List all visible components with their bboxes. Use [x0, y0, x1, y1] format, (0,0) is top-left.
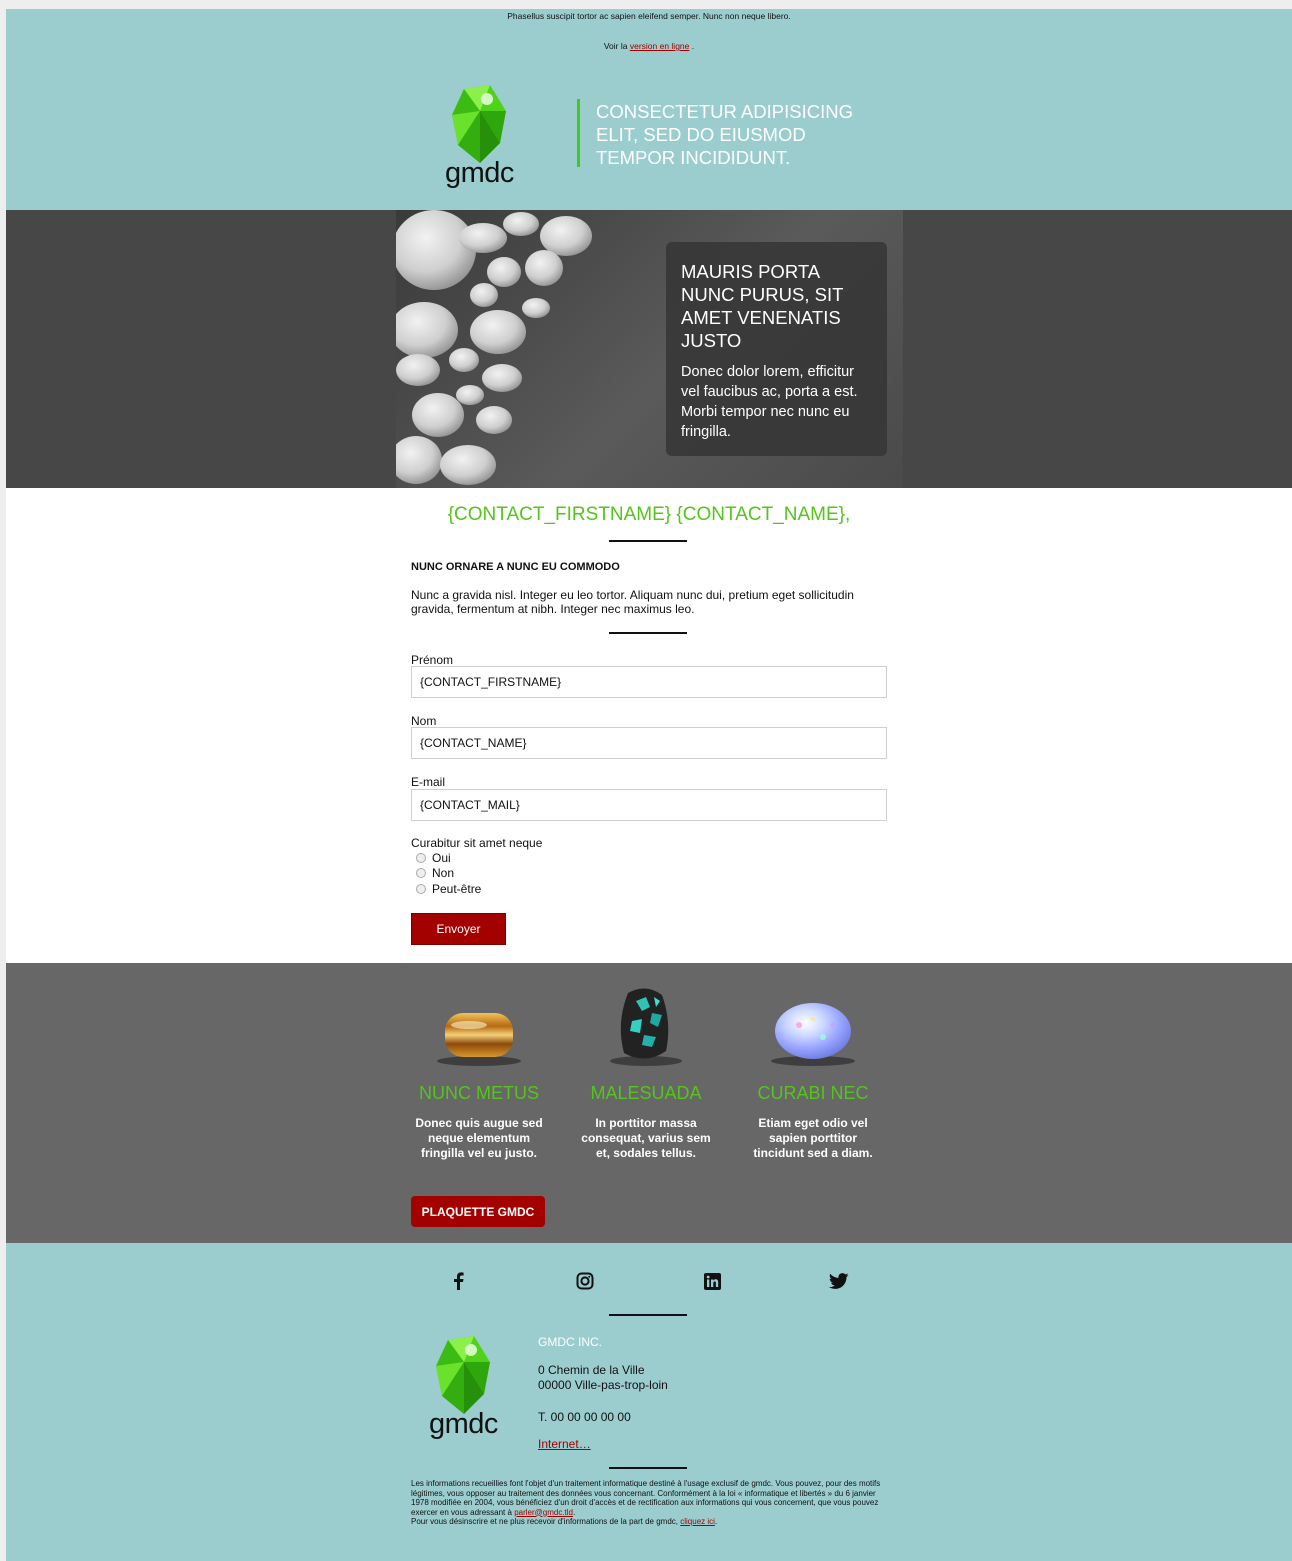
linkedin-icon[interactable]	[702, 1271, 722, 1291]
greeting-heading: {CONTACT_FIRSTNAME} {CONTACT_NAME},	[447, 504, 851, 525]
product-image	[743, 973, 883, 1068]
email-footer: gmdc GMDC INC. 0 Chemin de la Ville 0000…	[6, 1243, 1292, 1561]
address-line: 00000 Ville-pas-trop-loin	[538, 1378, 668, 1392]
product-text: In porttitor massa consequat, varius sem…	[581, 1116, 711, 1160]
address-line: 0 Chemin de la Ville	[538, 1363, 645, 1377]
logo-wordmark: gmdc	[429, 1408, 498, 1440]
product-card: MALESUADA In porttitor massa consequat, …	[576, 973, 716, 1161]
unsubscribe-suffix: .	[714, 1517, 718, 1526]
contact-email-link[interactable]: parler@gmdc.tld	[514, 1508, 573, 1517]
gem-logo-icon	[436, 1336, 490, 1414]
radio-option-non[interactable]: Non	[416, 866, 454, 880]
gem-logo-icon	[452, 85, 506, 163]
brochure-button[interactable]: PLAQUETTE GMDC	[411, 1196, 545, 1227]
unsubscribe-text: Pour vous désinscrire et ne plus recevoi…	[411, 1517, 678, 1526]
radio-option-oui[interactable]: Oui	[416, 851, 451, 865]
product-card: CURABI NEC Etiam eget odio vel sapien po…	[743, 973, 883, 1161]
company-name: GMDC INC.	[538, 1335, 602, 1349]
company-phone: T. 00 00 00 00 00	[538, 1410, 631, 1424]
product-title: MALESUADA	[590, 1083, 702, 1103]
footer-gmdc-logo: gmdc	[426, 1336, 502, 1442]
products-section: NUNC METUS Donec quis augue sed neque el…	[6, 963, 1292, 1243]
twitter-icon[interactable]	[829, 1271, 849, 1291]
product-text: Etiam eget odio vel sapien porttitor tin…	[753, 1116, 873, 1160]
email-frame: Phasellus suscipit tortor ac sapien elei…	[6, 9, 1292, 1561]
section-intro: Nunc a gravida nisl. Integer eu leo tort…	[411, 588, 854, 616]
form-section: {CONTACT_FIRSTNAME} {CONTACT_NAME}, NUNC…	[6, 488, 1292, 963]
product-title: CURABI NEC	[757, 1083, 869, 1103]
tigers-eye-stone-icon	[437, 1013, 521, 1066]
radio-button[interactable]	[416, 884, 426, 894]
radio-label: Peut-être	[432, 882, 482, 896]
section-title: NUNC ORNARE A NUNC EU COMMODO	[411, 561, 620, 573]
logo-wordmark: gmdc	[445, 157, 514, 189]
legal-email-suffix: .	[573, 1507, 576, 1517]
unsubscribe-link[interactable]: cliquez ici	[680, 1517, 715, 1526]
product-image	[409, 973, 549, 1068]
radio-label: Oui	[432, 851, 451, 865]
preheader-text: Phasellus suscipit tortor ac sapien elei…	[507, 11, 791, 21]
firstname-label: Prénom	[411, 653, 454, 667]
divider	[609, 1314, 687, 1316]
firstname-field[interactable]	[411, 666, 887, 698]
divider	[609, 540, 687, 542]
view-online-suffix: .	[691, 41, 695, 51]
facebook-icon[interactable]	[448, 1271, 468, 1291]
legal-text: Les informations recueillies font l'obje…	[411, 1479, 881, 1517]
divider	[609, 1467, 687, 1469]
product-text: Donec quis augue sed neque elementum fri…	[415, 1116, 543, 1160]
divider	[609, 632, 687, 634]
hero-textbox: MAURIS PORTA NUNC PURUS, SIT AMET VENENA…	[666, 242, 887, 456]
turquoise-stone-icon	[610, 988, 682, 1066]
gmdc-logo: gmdc	[442, 85, 518, 191]
product-card: NUNC METUS Donec quis augue sed neque el…	[409, 973, 549, 1161]
view-online-line: Voir la version en ligne .	[6, 41, 1292, 51]
name-field[interactable]	[411, 727, 887, 759]
radio-option-peut-etre[interactable]: Peut-être	[416, 882, 481, 896]
legal-notice: Les informations recueillies font l'obje…	[411, 1479, 891, 1527]
website-link[interactable]: Internet…	[538, 1437, 591, 1451]
view-online-link[interactable]: version en ligne	[630, 41, 690, 51]
product-title: NUNC METUS	[419, 1083, 539, 1103]
email-header: Phasellus suscipit tortor ac sapien elei…	[6, 9, 1292, 210]
email-label: E-mail	[411, 775, 446, 789]
name-label: Nom	[411, 714, 437, 728]
radio-button[interactable]	[416, 853, 426, 863]
instagram-icon[interactable]	[575, 1271, 595, 1291]
header-divider	[577, 99, 580, 167]
product-image	[576, 973, 716, 1068]
hero-banner: MAURIS PORTA NUNC PURUS, SIT AMET VENENA…	[6, 210, 1292, 488]
hero-text: Donec dolor lorem, efficitur vel faucibu…	[681, 364, 858, 440]
header-tagline: CONSECTETUR ADIPISICING ELIT, SED DO EIU…	[596, 101, 853, 168]
opal-stone-icon	[771, 1003, 855, 1066]
submit-button[interactable]: Envoyer	[411, 913, 506, 945]
view-online-prefix: Voir la	[603, 41, 628, 51]
email-field[interactable]	[411, 789, 887, 821]
company-address: 0 Chemin de la Ville 00000 Ville-pas-tro…	[538, 1363, 668, 1393]
radio-question: Curabitur sit amet neque	[411, 836, 543, 850]
radio-label: Non	[432, 866, 455, 880]
hero-title: MAURIS PORTA NUNC PURUS, SIT AMET VENENA…	[681, 261, 844, 351]
radio-button[interactable]	[416, 868, 426, 878]
